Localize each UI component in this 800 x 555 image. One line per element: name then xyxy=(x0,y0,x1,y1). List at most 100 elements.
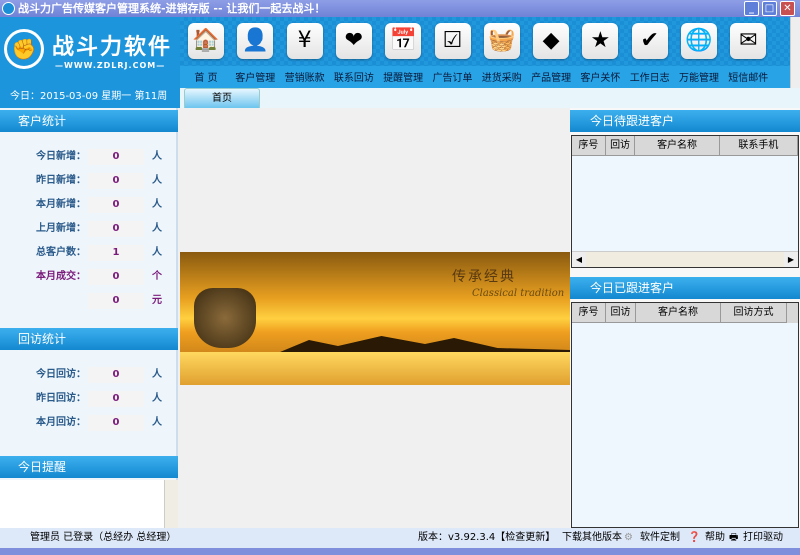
stat-unit: 人 xyxy=(152,223,162,234)
toolbar-button-11[interactable]: 🌐 万能管理 xyxy=(674,23,724,84)
stat-label: 昨日新增： xyxy=(36,175,86,186)
scroll-right-icon[interactable]: ▶ xyxy=(784,252,798,267)
scroll-left-icon[interactable]: ◀ xyxy=(572,252,586,267)
stat-label: 昨日回访： xyxy=(36,393,86,404)
stat-value: 1 xyxy=(88,245,144,261)
heart-icon: ❤ xyxy=(335,23,372,59)
minimize-button[interactable]: _ xyxy=(744,1,759,16)
stat-row: 今日新增： 0 人 xyxy=(0,149,178,165)
app-icon xyxy=(2,2,15,15)
toolbar-button-12[interactable]: ✉ 短信邮件 xyxy=(723,23,773,84)
toolbar-button-5[interactable]: 📅 提醒管理 xyxy=(378,23,428,84)
stat-unit: 元 xyxy=(152,295,162,306)
product-icon: ◆ xyxy=(533,23,570,59)
column-header[interactable]: 客户名称 xyxy=(636,303,721,323)
reminder-scrollbar[interactable] xyxy=(164,480,178,528)
stat-unit: 人 xyxy=(152,417,162,428)
pending-header: 今日待跟进客户 xyxy=(570,110,800,132)
log-icon: ✔ xyxy=(631,23,668,59)
window-title: 战斗力广告传媒客户管理系统-进销存版 -- 让我们一起去战斗！ xyxy=(18,2,326,15)
basket-icon: 🧺 xyxy=(483,23,520,59)
toolbar-label: 广告订单 xyxy=(432,73,473,84)
stat-value: 0 xyxy=(88,293,144,309)
followed-header: 今日已跟进客户 xyxy=(570,277,800,299)
toolbar-button-6[interactable]: ☑ 广告订单 xyxy=(428,23,478,84)
globe-icon: 🌐 xyxy=(681,23,717,59)
today-date: 今日：2015-03-09 星期一 第11周 xyxy=(0,88,180,108)
toolbar-button-7[interactable]: 🧺 进货采购 xyxy=(477,23,527,84)
pending-table[interactable]: 序号 回访 客户名称 联系手机 ◀ ▶ xyxy=(571,135,799,268)
medal-icon: ★ xyxy=(582,23,619,59)
toolbar-button-1[interactable]: 🏠 首 页 xyxy=(181,23,231,84)
tab-home[interactable]: 首页 xyxy=(184,88,260,108)
bronze-ding-image xyxy=(194,288,256,348)
stat-unit: 个 xyxy=(152,271,162,282)
toolbar-label: 客户关怀 xyxy=(580,73,621,84)
close-button[interactable]: ✕ xyxy=(780,1,795,16)
maximize-button[interactable]: □ xyxy=(762,1,777,16)
window-bottom-border xyxy=(0,548,800,555)
logo: ✊ 战斗力软件 —WWW.ZDLRJ.COM— xyxy=(0,17,180,88)
help-icon: ❓ xyxy=(688,532,701,543)
logo-url: —WWW.ZDLRJ.COM— xyxy=(55,61,166,70)
toolbar: 🏠 首 页 👤 客户管理 ¥ 营销账款 ❤ 联系回访 📅 提醒管理 ☑ 广告订单 🧺 进货采购 ◆ 产品管理 ★… xyxy=(180,17,790,88)
stat-label: 本月新增： xyxy=(36,199,86,210)
stat-row: 昨日回访： 0 人 xyxy=(0,391,178,407)
toolbar-button-2[interactable]: 👤 客户管理 xyxy=(230,23,280,84)
toolbar-label: 联系回访 xyxy=(333,73,374,84)
stat-row: 本月新增： 0 人 xyxy=(0,197,178,213)
stat-row: 今日回访： 0 人 xyxy=(0,367,178,383)
toolbar-scrollbar[interactable] xyxy=(790,17,800,88)
logo-name: 战斗力软件 xyxy=(52,35,173,60)
logo-fist-icon: ✊ xyxy=(4,29,44,69)
column-header[interactable]: 回访方式 xyxy=(721,303,787,323)
pending-hscrollbar[interactable]: ◀ ▶ xyxy=(572,251,798,267)
version-check-update[interactable]: 版本：v3.92.3.4【检查更新】 xyxy=(418,528,555,548)
toolbar-label: 进货采购 xyxy=(481,73,522,84)
help-link[interactable]: 帮助 xyxy=(705,528,725,548)
column-header[interactable]: 序号 xyxy=(572,136,606,156)
stat-value: 0 xyxy=(88,391,144,407)
stat-row: 总客户数： 1 人 xyxy=(0,245,178,261)
stat-unit: 人 xyxy=(152,151,162,162)
stat-unit: 人 xyxy=(152,199,162,210)
toolbar-button-4[interactable]: ❤ 联系回访 xyxy=(329,23,379,84)
toolbar-button-8[interactable]: ◆ 产品管理 xyxy=(526,23,576,84)
followed-table[interactable]: 序号 回访 客户名称 回访方式 xyxy=(571,302,799,528)
stat-value: 0 xyxy=(88,269,144,285)
toolbar-label: 客户管理 xyxy=(235,73,276,84)
printer-icon: 🖶 xyxy=(729,532,739,543)
column-header[interactable]: 客户名称 xyxy=(635,136,720,156)
toolbar-label: 万能管理 xyxy=(679,73,719,84)
yen-icon: ¥ xyxy=(286,23,323,59)
download-other-versions[interactable]: 下载其他版本 xyxy=(562,528,622,548)
software-custom-link[interactable]: 软件定制 xyxy=(640,528,680,548)
customer-stats-header: 客户统计 xyxy=(0,110,178,132)
stat-value: 0 xyxy=(88,415,144,431)
column-header[interactable]: 联系手机 xyxy=(719,136,798,156)
reminder-box[interactable] xyxy=(0,480,178,528)
column-header[interactable]: 回访 xyxy=(605,136,636,156)
status-bar: 管理员 已登录（总经办 总经理） 版本：v3.92.3.4【检查更新】 下载其他… xyxy=(0,528,800,548)
stat-value: 0 xyxy=(88,173,144,189)
stat-value: 0 xyxy=(88,149,144,165)
toolbar-button-10[interactable]: ✔ 工作日志 xyxy=(625,23,675,84)
checkbox-icon: ☑ xyxy=(434,23,471,59)
stat-label: 今日新增： xyxy=(36,151,86,162)
column-header[interactable]: 回访 xyxy=(606,303,636,323)
stat-row: 上月新增： 0 人 xyxy=(0,221,178,237)
print-driver-link[interactable]: 打印驱动 xyxy=(743,528,783,548)
stat-row: 本月回访： 0 人 xyxy=(0,415,178,431)
toolbar-label: 工作日志 xyxy=(629,73,670,84)
gear-icon: ⚙ xyxy=(624,532,633,543)
visit-stats-header: 回访统计 xyxy=(0,328,178,350)
stat-row: 本月成交： 0 个 xyxy=(0,269,178,285)
left-panel: 客户统计 今日新增： 0 人昨日新增： 0 人本月新增： 0 人上月新增： 0 人总客户数： 1 人… xyxy=(0,108,178,528)
toolbar-button-9[interactable]: ★ 客户关怀 xyxy=(575,23,625,84)
column-header[interactable]: 序号 xyxy=(572,303,606,323)
toolbar-label: 短信邮件 xyxy=(728,73,769,84)
toolbar-button-3[interactable]: ¥ 营销账款 xyxy=(280,23,330,84)
stat-row: 0元 xyxy=(0,293,178,309)
stat-unit: 人 xyxy=(152,369,162,380)
customer-icon: 👤 xyxy=(237,23,274,59)
